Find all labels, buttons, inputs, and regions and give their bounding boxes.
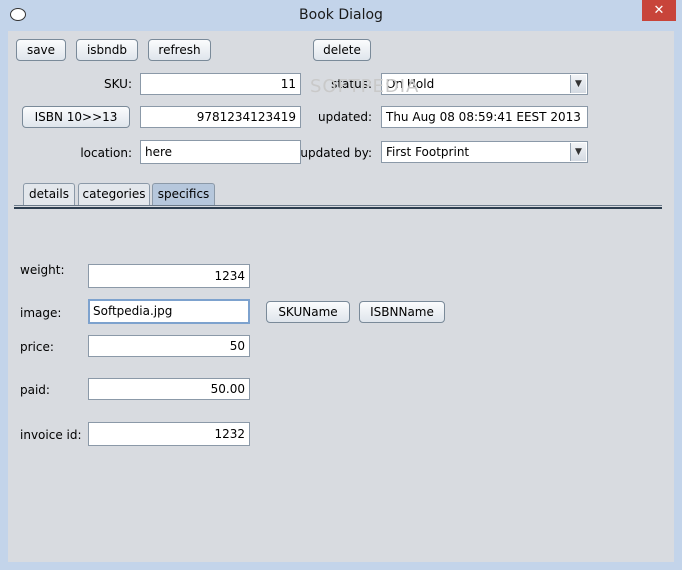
- skuname-button[interactable]: SKUName: [266, 301, 350, 323]
- window-title: Book Dialog: [299, 7, 383, 23]
- isbnname-button[interactable]: ISBNName: [359, 301, 445, 323]
- refresh-button[interactable]: refresh: [148, 39, 211, 61]
- paid-label: paid:: [20, 383, 50, 397]
- save-button[interactable]: save: [16, 39, 66, 61]
- close-button[interactable]: ✕: [642, 0, 676, 21]
- image-field[interactable]: Softpedia.jpg: [88, 299, 250, 324]
- updated-by-select[interactable]: First Footprint ▼: [381, 141, 588, 163]
- weight-field[interactable]: 1234: [88, 264, 250, 288]
- title-bar[interactable]: Book Dialog ✕: [0, 0, 682, 31]
- dialog-content: save isbndb refresh delete SKU: 11 statu…: [8, 31, 674, 562]
- isbn-field[interactable]: 9781234123419: [140, 106, 301, 128]
- price-label: price:: [20, 340, 54, 354]
- tab-categories[interactable]: categories: [78, 183, 150, 205]
- weight-label: weight:: [20, 263, 65, 277]
- softpedia-watermark: SOFTPEDIA: [310, 76, 420, 97]
- sku-label: SKU:: [104, 77, 132, 91]
- location-label: location:: [80, 146, 132, 160]
- book-dialog-window: Book Dialog ✕ save isbndb refresh delete…: [0, 0, 682, 570]
- updated-by-selected-value: First Footprint: [386, 145, 470, 159]
- chevron-down-icon[interactable]: ▼: [570, 75, 586, 93]
- delete-button[interactable]: delete: [313, 39, 371, 61]
- isbn-convert-button[interactable]: ISBN 10>>13: [22, 106, 130, 128]
- updated-by-label: updated by:: [300, 146, 372, 160]
- updated-label: updated:: [318, 110, 372, 124]
- tab-divider: [14, 205, 662, 206]
- updated-field[interactable]: Thu Aug 08 08:59:41 EEST 2013: [381, 106, 588, 128]
- invoice-id-label: invoice id:: [20, 428, 82, 442]
- invoice-id-field[interactable]: 1232: [88, 422, 250, 446]
- location-field[interactable]: here: [140, 140, 301, 164]
- image-label: image:: [20, 306, 62, 320]
- paid-field[interactable]: 50.00: [88, 378, 250, 400]
- tab-specifics[interactable]: specifics: [152, 183, 215, 205]
- tab-divider-dark: [14, 207, 662, 209]
- chevron-down-icon[interactable]: ▼: [570, 143, 586, 161]
- price-field[interactable]: 50: [88, 335, 250, 357]
- sku-field[interactable]: 11: [140, 73, 301, 95]
- isbndb-button[interactable]: isbndb: [76, 39, 138, 61]
- tab-details[interactable]: details: [23, 183, 75, 205]
